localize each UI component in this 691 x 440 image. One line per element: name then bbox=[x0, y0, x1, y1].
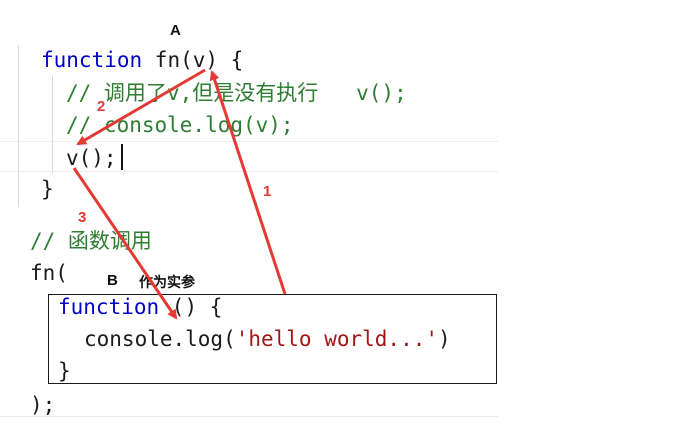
string-literal: 'hello world...' bbox=[235, 327, 439, 351]
code-line-anon-close: } bbox=[58, 358, 71, 384]
code-line-v-call: v(); bbox=[66, 145, 117, 171]
console-log-prefix: console.log( bbox=[84, 327, 236, 351]
indent-guide bbox=[52, 76, 53, 174]
call-text: v(); bbox=[66, 146, 117, 170]
label-a: A bbox=[170, 22, 181, 39]
step-number-1: 1 bbox=[263, 183, 272, 200]
current-line-border bbox=[0, 141, 498, 142]
brace-text: } bbox=[58, 359, 71, 383]
step-number-2: 2 bbox=[97, 98, 106, 115]
label-b-note: 作为实参 bbox=[139, 274, 195, 290]
close-call-text: ); bbox=[30, 393, 56, 417]
fn-signature: fn(v) { bbox=[142, 48, 244, 72]
text-cursor bbox=[121, 144, 123, 170]
code-line-fn-close: ); bbox=[30, 392, 55, 418]
keyword-function: function bbox=[58, 295, 160, 319]
current-line-border bbox=[0, 171, 498, 172]
brace-text: } bbox=[41, 177, 54, 201]
keyword-function: function bbox=[41, 48, 143, 72]
console-log-suffix: ) bbox=[438, 327, 451, 351]
code-line-function-fn: function fn(v) { bbox=[41, 47, 243, 73]
code-line-console-log: console.log('hello world...') bbox=[84, 326, 451, 352]
code-line-close-brace: } bbox=[41, 176, 54, 202]
line-separator bbox=[0, 416, 498, 417]
code-line-fn-open: fn( bbox=[30, 260, 68, 286]
comment-text: // 调用了v,但是没有执行 v(); bbox=[66, 81, 407, 105]
code-line-comment-function-call: // 函数调用 bbox=[30, 228, 152, 254]
label-b: B bbox=[107, 272, 118, 289]
anon-signature: () { bbox=[159, 295, 223, 319]
comment-text: // 函数调用 bbox=[30, 229, 152, 253]
code-line-comment-call: // 调用了v,但是没有执行 v(); bbox=[66, 80, 407, 106]
code-line-comment-log: // console.log(v); bbox=[66, 112, 294, 138]
comment-text: // console.log(v); bbox=[66, 113, 294, 137]
code-line-anon-function: function () { bbox=[58, 294, 222, 320]
indent-guide bbox=[18, 45, 19, 207]
step-number-3: 3 bbox=[78, 209, 87, 226]
fn-call-text: fn( bbox=[30, 261, 68, 285]
